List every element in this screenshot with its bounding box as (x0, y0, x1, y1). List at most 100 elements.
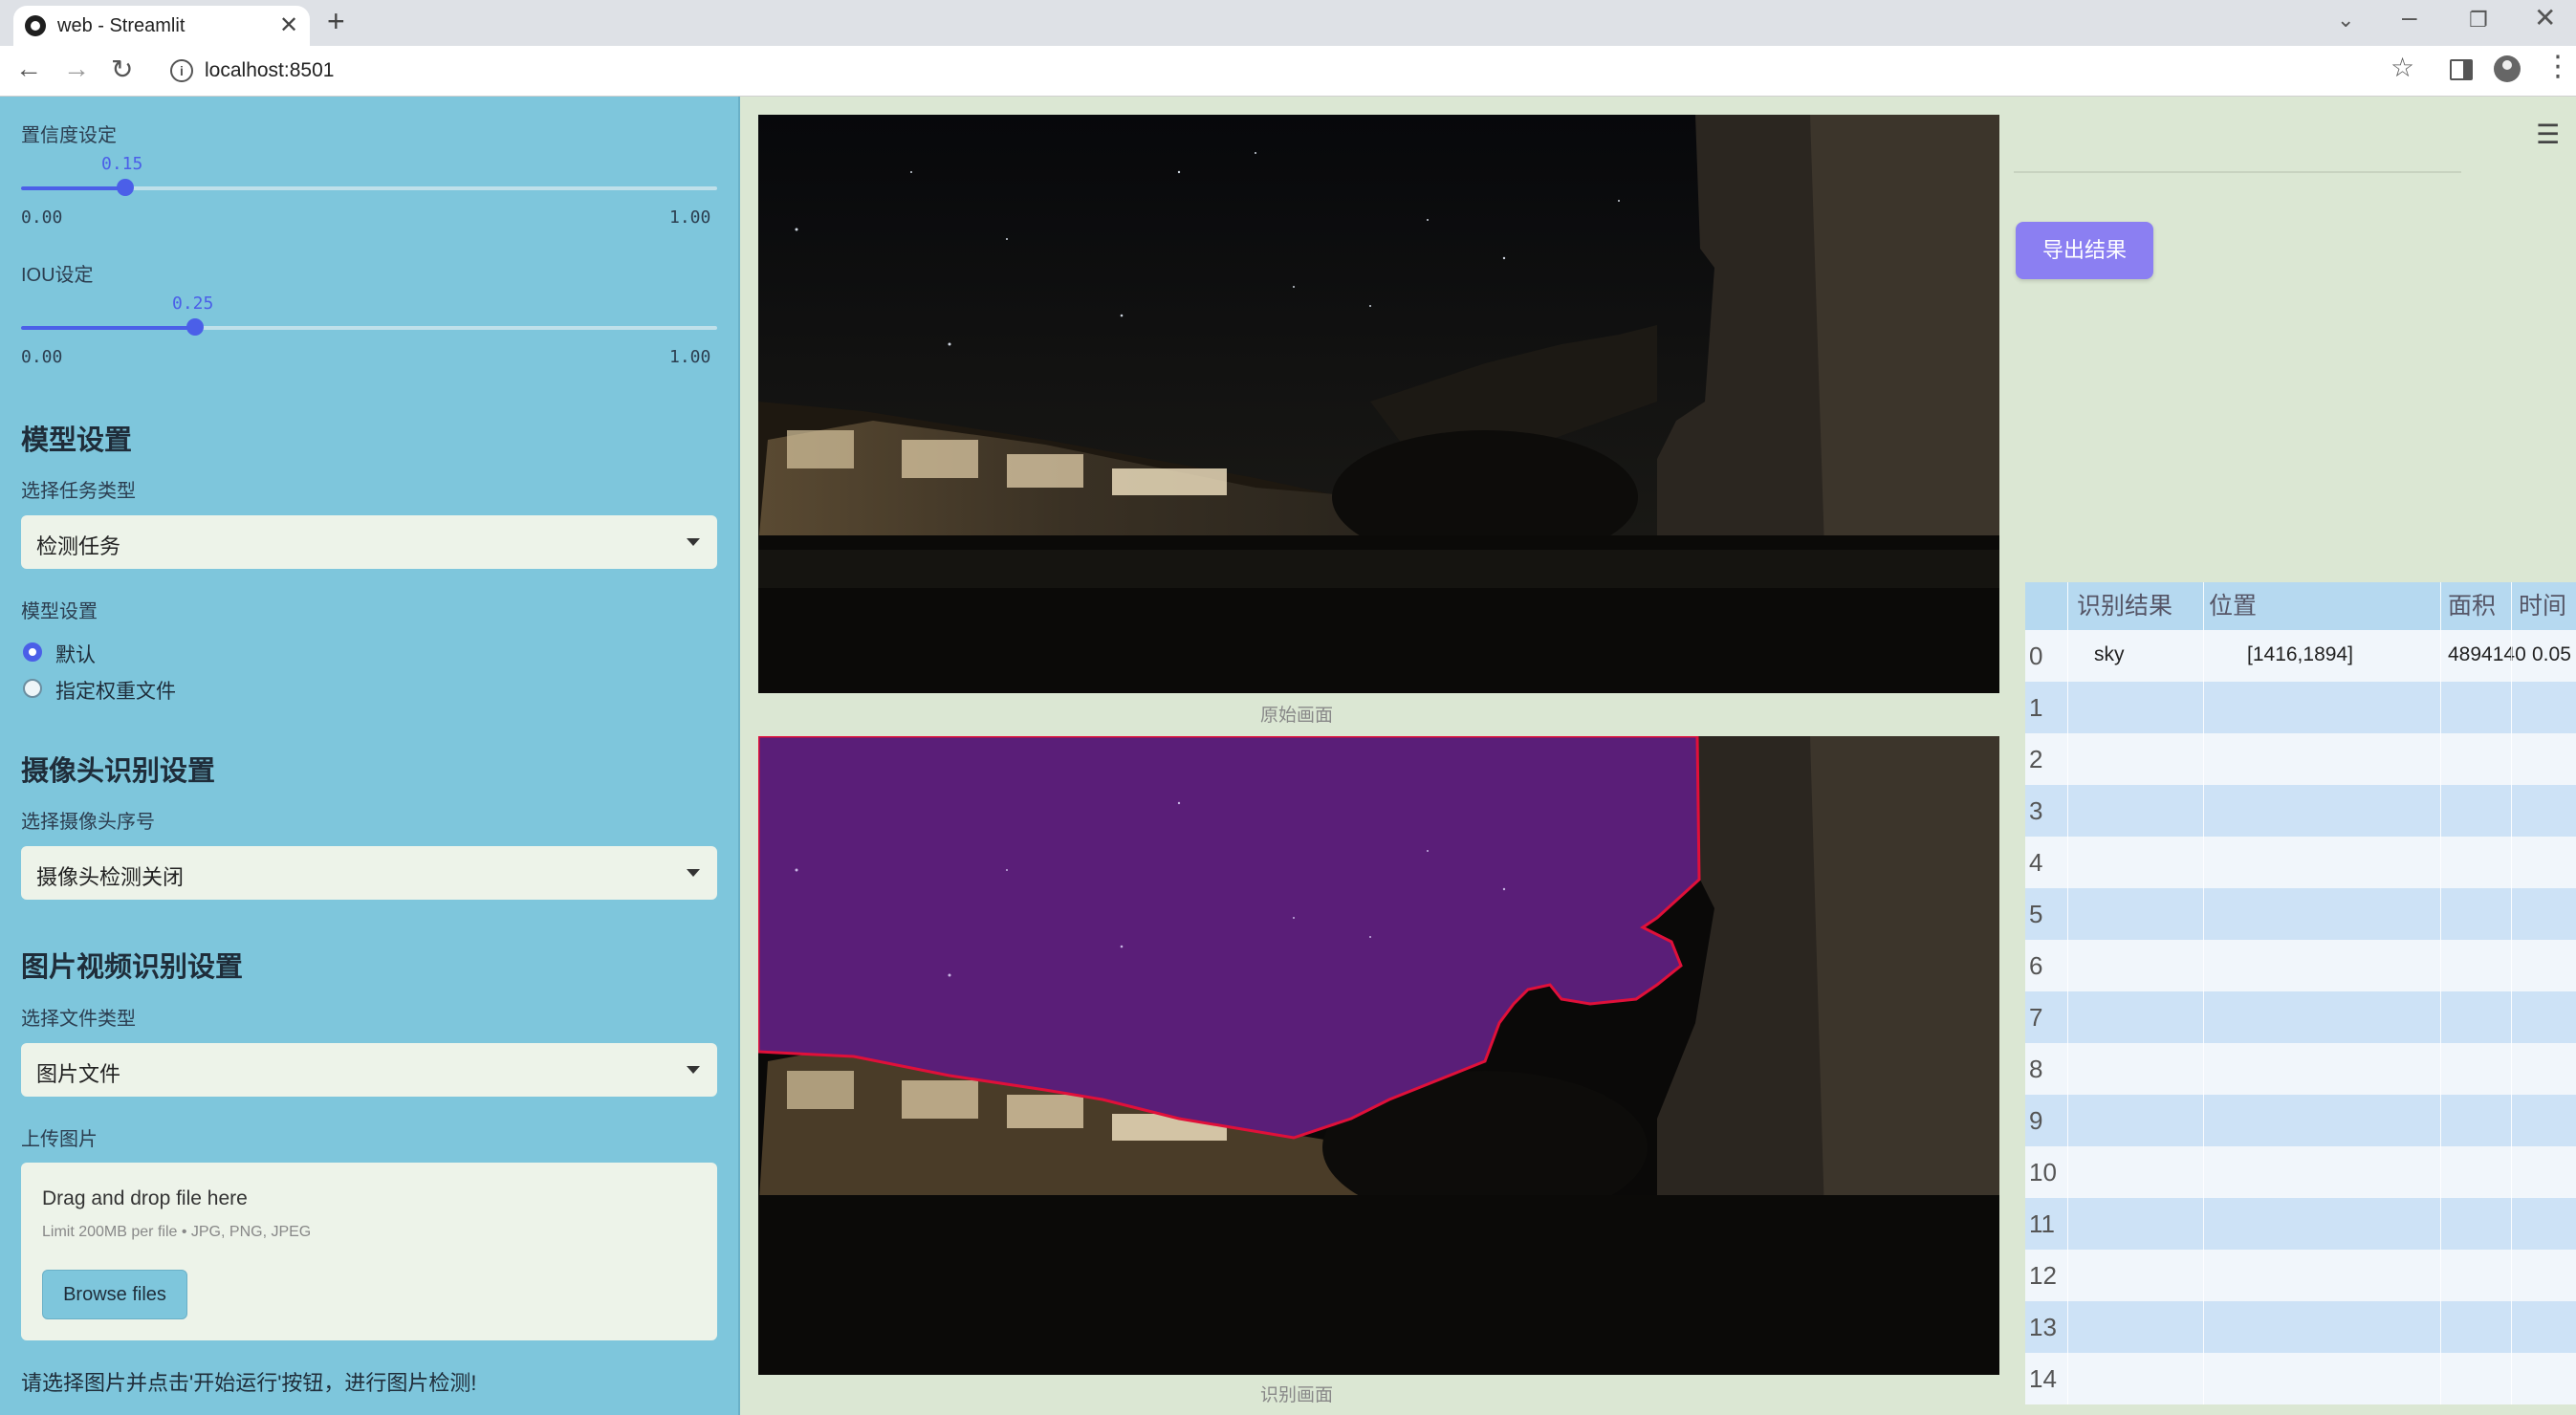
iou-slider-thumb[interactable] (186, 318, 204, 336)
forward-icon[interactable]: → (63, 54, 90, 84)
info-icon[interactable]: i (170, 59, 193, 82)
table-row[interactable]: 1 (2025, 682, 2576, 733)
table-row[interactable]: 6 (2025, 940, 2576, 991)
browse-files-button[interactable]: Browse files (42, 1270, 187, 1319)
original-caption: 原始画面 (1260, 706, 1334, 726)
new-tab-button[interactable]: + (327, 4, 345, 39)
dropzone-limit: Limit 200MB per file • JPG, PNG, JPEG (42, 1224, 312, 1240)
table-row[interactable]: 9 (2025, 1095, 2576, 1146)
confidence-value: 0.15 (101, 154, 143, 174)
divider (2014, 171, 2461, 173)
row-index: 10 (2029, 1158, 2057, 1186)
model-setting-label: 模型设置 (21, 601, 98, 622)
menu-dots-icon[interactable]: ⋮ (2543, 50, 2572, 83)
profile-icon[interactable] (2494, 55, 2521, 82)
iou-slider[interactable] (21, 318, 717, 336)
row-index: 7 (2029, 1003, 2043, 1032)
tab-search-icon[interactable]: ⌄ (2337, 8, 2354, 33)
row-index: 13 (2029, 1313, 2057, 1341)
camera-select[interactable]: 摄像头检测关闭 (21, 846, 717, 900)
table-row[interactable]: 10 (2025, 1146, 2576, 1198)
window-minimize-icon[interactable]: – (2402, 2, 2417, 33)
window-close-icon[interactable]: ✕ (2534, 2, 2556, 33)
hamburger-menu-icon[interactable]: ☰ (2536, 119, 2560, 150)
table-row[interactable]: 5 (2025, 888, 2576, 940)
row-index: 5 (2029, 900, 2043, 928)
file-type-select[interactable]: 图片文件 (21, 1043, 717, 1097)
table-row[interactable]: 12 (2025, 1250, 2576, 1301)
address-bar: ← → ↻ i localhost:8501 ☆ ⋮ (0, 46, 2576, 97)
iou-max: 1.00 (669, 347, 711, 367)
table-row[interactable]: 3 (2025, 785, 2576, 837)
header-time[interactable]: 时间 (2519, 582, 2576, 630)
radio-custom-weights-label[interactable]: 指定权重文件 (55, 676, 176, 705)
row-index: 8 (2029, 1055, 2043, 1083)
upload-label: 上传图片 (21, 1129, 98, 1150)
iou-slider-fill (21, 326, 195, 330)
table-row[interactable]: 7 (2025, 991, 2576, 1043)
row-index: 2 (2029, 745, 2043, 773)
reload-icon[interactable]: ↻ (111, 54, 133, 85)
confidence-max: 1.00 (669, 207, 711, 228)
confidence-label: 置信度设定 (21, 125, 117, 146)
url-field[interactable]: i localhost:8501 (157, 52, 2385, 90)
hint-text: 请选择图片并点击'开始运行'按钮，进行图片检测! (21, 1371, 477, 1395)
tab-close-icon[interactable]: ✕ (279, 11, 298, 39)
window-restore-icon[interactable]: ❐ (2469, 8, 2488, 33)
row-index: 3 (2029, 796, 2043, 825)
browser-tab[interactable]: web - Streamlit ✕ (13, 6, 310, 46)
dropzone-title: Drag and drop file here (42, 1187, 248, 1209)
url-text: localhost:8501 (205, 59, 335, 81)
table-row[interactable]: 0 sky [1416,1894] 4894140 0.05 (2025, 630, 2576, 682)
task-type-label: 选择任务类型 (21, 481, 136, 502)
back-icon[interactable]: ← (15, 54, 42, 84)
segmented-scene-photo (758, 736, 1999, 1375)
sidebar: 置信度设定 0.15 0.00 1.00 IOU设定 0.25 0.00 1.0… (0, 97, 740, 1415)
media-settings-header: 图片视频识别设置 (21, 952, 244, 983)
confidence-slider[interactable] (21, 179, 717, 196)
tab-title: web - Streamlit (57, 15, 186, 36)
camera-settings-header: 摄像头识别设置 (21, 756, 216, 787)
side-panel-icon[interactable] (2450, 59, 2473, 80)
table-row[interactable]: 2 (2025, 733, 2576, 785)
original-image (758, 115, 1999, 693)
cell-position: [1416,1894] (2247, 643, 2353, 665)
model-settings-header: 模型设置 (21, 425, 133, 456)
table-row[interactable]: 4 (2025, 837, 2576, 888)
camera-value: 摄像头检测关闭 (36, 865, 185, 889)
iou-value: 0.25 (172, 294, 214, 314)
confidence-min: 0.00 (21, 207, 63, 228)
row-index: 6 (2029, 951, 2043, 980)
confidence-slider-fill (21, 186, 126, 190)
detected-caption: 识别画面 (1260, 1385, 1334, 1405)
row-index: 12 (2029, 1261, 2057, 1290)
header-result[interactable]: 识别结果 (2077, 582, 2211, 630)
row-index: 14 (2029, 1364, 2057, 1393)
column-divider (2067, 582, 2068, 1404)
row-index: 1 (2029, 693, 2043, 722)
radio-custom-weights[interactable] (23, 679, 42, 698)
radio-default[interactable] (23, 642, 42, 662)
column-divider (2440, 582, 2441, 1404)
header-position[interactable]: 位置 (2209, 582, 2381, 630)
export-results-button[interactable]: 导出结果 (2016, 222, 2153, 279)
iou-min: 0.00 (21, 347, 63, 367)
table-row[interactable]: 11 (2025, 1198, 2576, 1250)
cell-time: 0.05 (2532, 643, 2571, 665)
chevron-down-icon (687, 1066, 700, 1074)
radio-default-label[interactable]: 默认 (55, 640, 96, 668)
cell-result: sky (2094, 643, 2125, 665)
header-area[interactable]: 面积 (2448, 582, 2524, 630)
task-type-select[interactable]: 检测任务 (21, 515, 717, 569)
file-dropzone[interactable]: Drag and drop file here Limit 200MB per … (21, 1163, 717, 1340)
row-index: 0 (2029, 642, 2043, 670)
browser-tab-bar: web - Streamlit ✕ + ⌄ – ❐ ✕ (0, 0, 2576, 46)
confidence-slider-thumb[interactable] (117, 179, 135, 196)
row-index: 9 (2029, 1106, 2043, 1135)
table-row[interactable]: 8 (2025, 1043, 2576, 1095)
row-index: 4 (2029, 848, 2043, 877)
table-row[interactable]: 14 (2025, 1353, 2576, 1404)
detection-image (758, 736, 1999, 1375)
bookmark-star-icon[interactable]: ☆ (2390, 52, 2414, 83)
table-row[interactable]: 13 (2025, 1301, 2576, 1353)
